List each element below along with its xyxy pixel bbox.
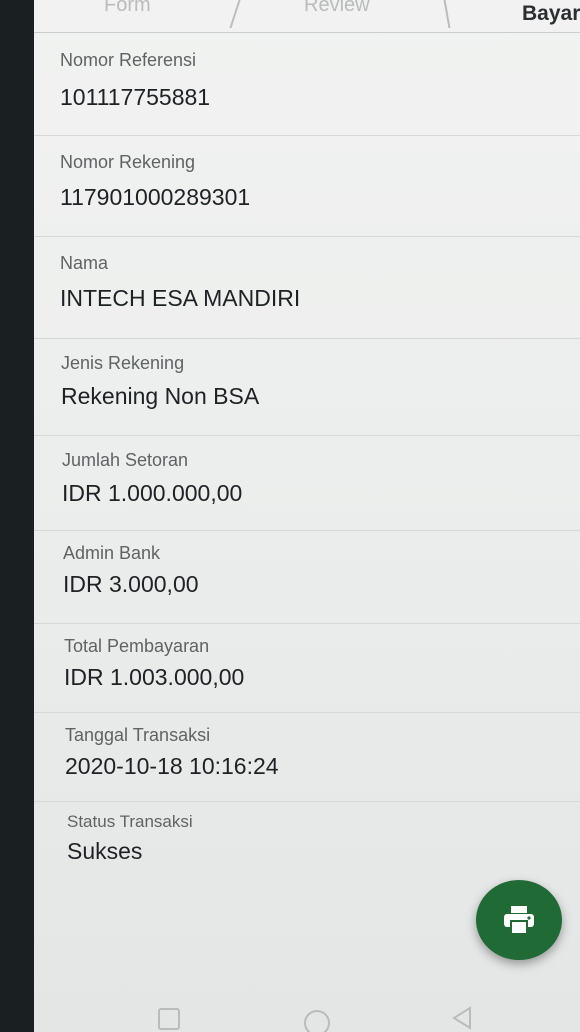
detail-row-total-pembayaran: Total Pembayaran IDR 1.003.000,00 xyxy=(34,624,580,713)
detail-row-nomor-rekening: Nomor Rekening 117901000289301 xyxy=(34,136,580,237)
system-nav-bar xyxy=(34,1000,580,1032)
detail-value: IDR 1.000.000,00 xyxy=(62,480,243,506)
tab-review[interactable]: Review xyxy=(304,0,370,24)
detail-label: Status Transaksi xyxy=(67,812,193,831)
detail-label: Jenis Rekening xyxy=(61,353,185,373)
detail-row-admin-bank: Admin Bank IDR 3.000,00 xyxy=(34,531,580,624)
detail-row-tanggal-transaksi: Tanggal Transaksi 2020-10-18 10:16:24 xyxy=(34,713,580,802)
detail-row-nomor-referensi: Nomor Referensi 101117755881 xyxy=(34,32,580,136)
tab-bayar[interactable]: Bayar xyxy=(522,2,580,32)
tab-form[interactable]: Form xyxy=(104,0,151,24)
payment-receipt-screen: Form Review Bayar Nomor Referensi 101117… xyxy=(34,0,580,1032)
detail-value: 101117755881 xyxy=(60,84,211,110)
detail-row-status-transaksi: Status Transaksi Sukses xyxy=(34,802,580,882)
detail-value: 2020-10-18 10:16:24 xyxy=(65,753,279,779)
detail-row-jenis-rekening: Jenis Rekening Rekening Non BSA xyxy=(34,339,580,436)
step-tabs: Form Review Bayar xyxy=(34,0,580,33)
detail-label: Jumlah Setoran xyxy=(62,450,189,470)
detail-value: Rekening Non BSA xyxy=(61,383,260,409)
home-icon[interactable] xyxy=(304,1010,330,1032)
detail-label: Tanggal Transaksi xyxy=(65,725,211,745)
detail-label: Nama xyxy=(60,253,109,273)
detail-value: INTECH ESA MANDIRI xyxy=(60,285,301,311)
print-icon xyxy=(504,906,534,935)
status-value: Sukses xyxy=(67,838,143,864)
detail-row-nama: Nama INTECH ESA MANDIRI xyxy=(34,237,580,339)
detail-label: Admin Bank xyxy=(63,543,161,563)
recent-apps-icon[interactable] xyxy=(158,1008,180,1030)
back-icon[interactable] xyxy=(450,1006,474,1030)
phone-frame: Form Review Bayar Nomor Referensi 101117… xyxy=(0,0,580,1032)
tab-divider xyxy=(229,0,241,28)
detail-row-jumlah-setoran: Jumlah Setoran IDR 1.000.000,00 xyxy=(34,436,580,531)
detail-label: Nomor Rekening xyxy=(60,152,196,172)
detail-value: IDR 3.000,00 xyxy=(63,571,199,597)
detail-label: Total Pembayaran xyxy=(64,636,210,656)
detail-value: IDR 1.003.000,00 xyxy=(64,664,245,690)
detail-label: Nomor Referensi xyxy=(60,50,197,70)
print-button[interactable] xyxy=(476,880,562,960)
tab-divider xyxy=(443,0,451,28)
detail-value: 117901000289301 xyxy=(60,184,251,210)
